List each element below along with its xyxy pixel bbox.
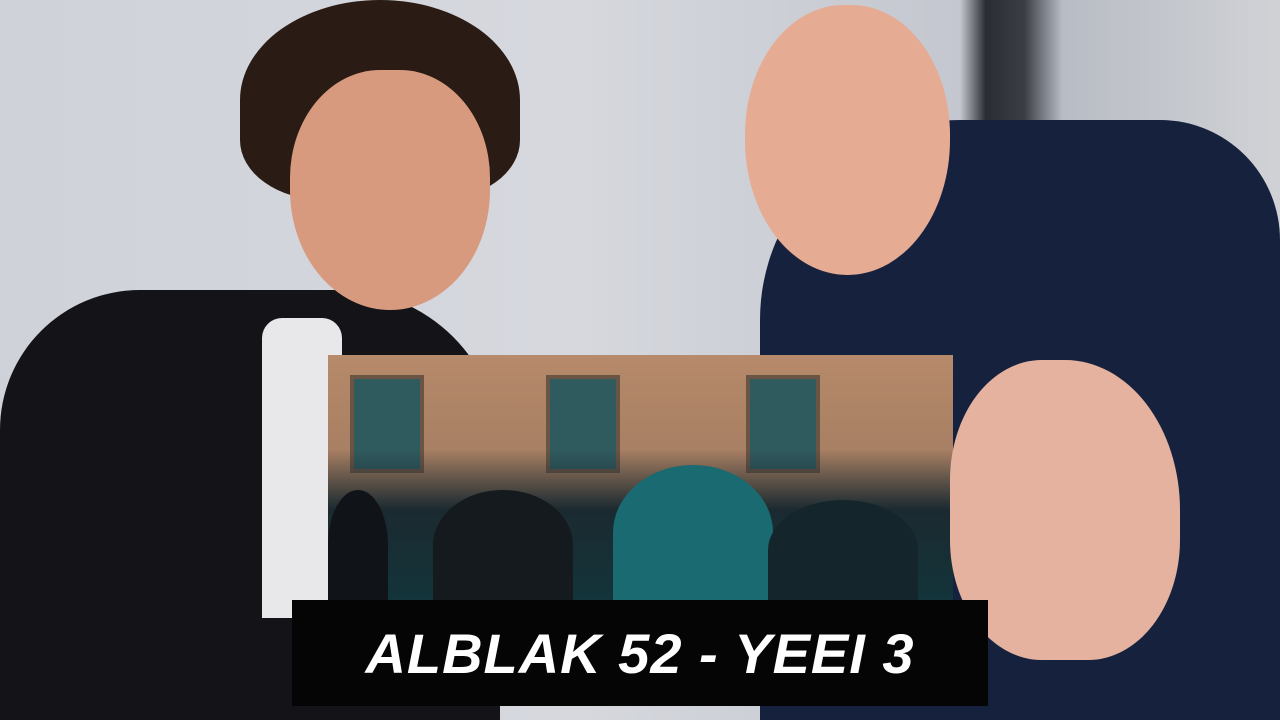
right-person-face	[745, 5, 950, 275]
crowd-person	[768, 500, 918, 600]
crowd-person	[328, 490, 388, 600]
video-title: ALBLAK 52 - YEEI 3	[365, 621, 915, 685]
crowd-person	[433, 490, 573, 600]
title-banner: ALBLAK 52 - YEEI 3	[292, 600, 988, 706]
left-person-face	[290, 70, 490, 310]
music-video-still	[328, 355, 953, 600]
crowd-person	[613, 465, 773, 600]
